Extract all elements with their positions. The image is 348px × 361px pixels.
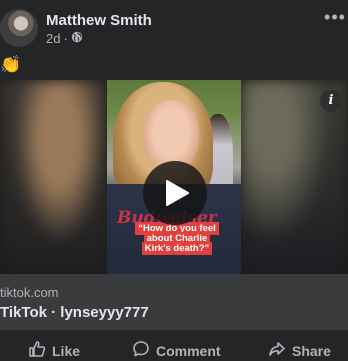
share-icon xyxy=(268,340,286,361)
video-caption: “How do you feel about Charlie Kirk’s de… xyxy=(135,222,219,255)
link-title[interactable]: TikTok · lynseyyy777 xyxy=(0,304,149,321)
info-icon[interactable]: i xyxy=(320,90,342,112)
like-label: Like xyxy=(52,342,81,359)
comment-icon xyxy=(132,340,150,361)
action-bar: Like Comment Share xyxy=(0,332,348,359)
more-horizontal-icon[interactable]: ••• xyxy=(324,8,346,30)
video-caption-text: “How do you feel about Charlie Kirk’s de… xyxy=(135,222,219,255)
video-blur-left xyxy=(0,80,108,274)
post-time[interactable]: 2d xyxy=(46,31,60,46)
link-domain: tiktok.com xyxy=(0,285,59,300)
play-icon[interactable] xyxy=(143,161,207,225)
post-message: 👏 xyxy=(0,55,22,74)
avatar[interactable] xyxy=(0,9,38,47)
share-label: Share xyxy=(292,342,331,359)
globe-icon xyxy=(71,31,83,46)
comment-label: Comment xyxy=(156,342,221,359)
like-button[interactable]: Like xyxy=(28,340,80,361)
author-name[interactable]: Matthew Smith xyxy=(46,12,152,29)
meta-separator: · xyxy=(63,31,68,46)
post-header: Matthew Smith 2d · ••• xyxy=(0,0,348,52)
link-preview[interactable]: tiktok.com TikTok · lynseyyy777 xyxy=(0,274,348,330)
share-button[interactable]: Share xyxy=(268,340,331,361)
post-meta: 2d · xyxy=(46,31,83,46)
comment-button[interactable]: Comment xyxy=(132,340,221,361)
thumbs-up-icon xyxy=(28,340,46,361)
video-player[interactable]: Budweiser “How do you feel about Charlie… xyxy=(0,80,348,274)
